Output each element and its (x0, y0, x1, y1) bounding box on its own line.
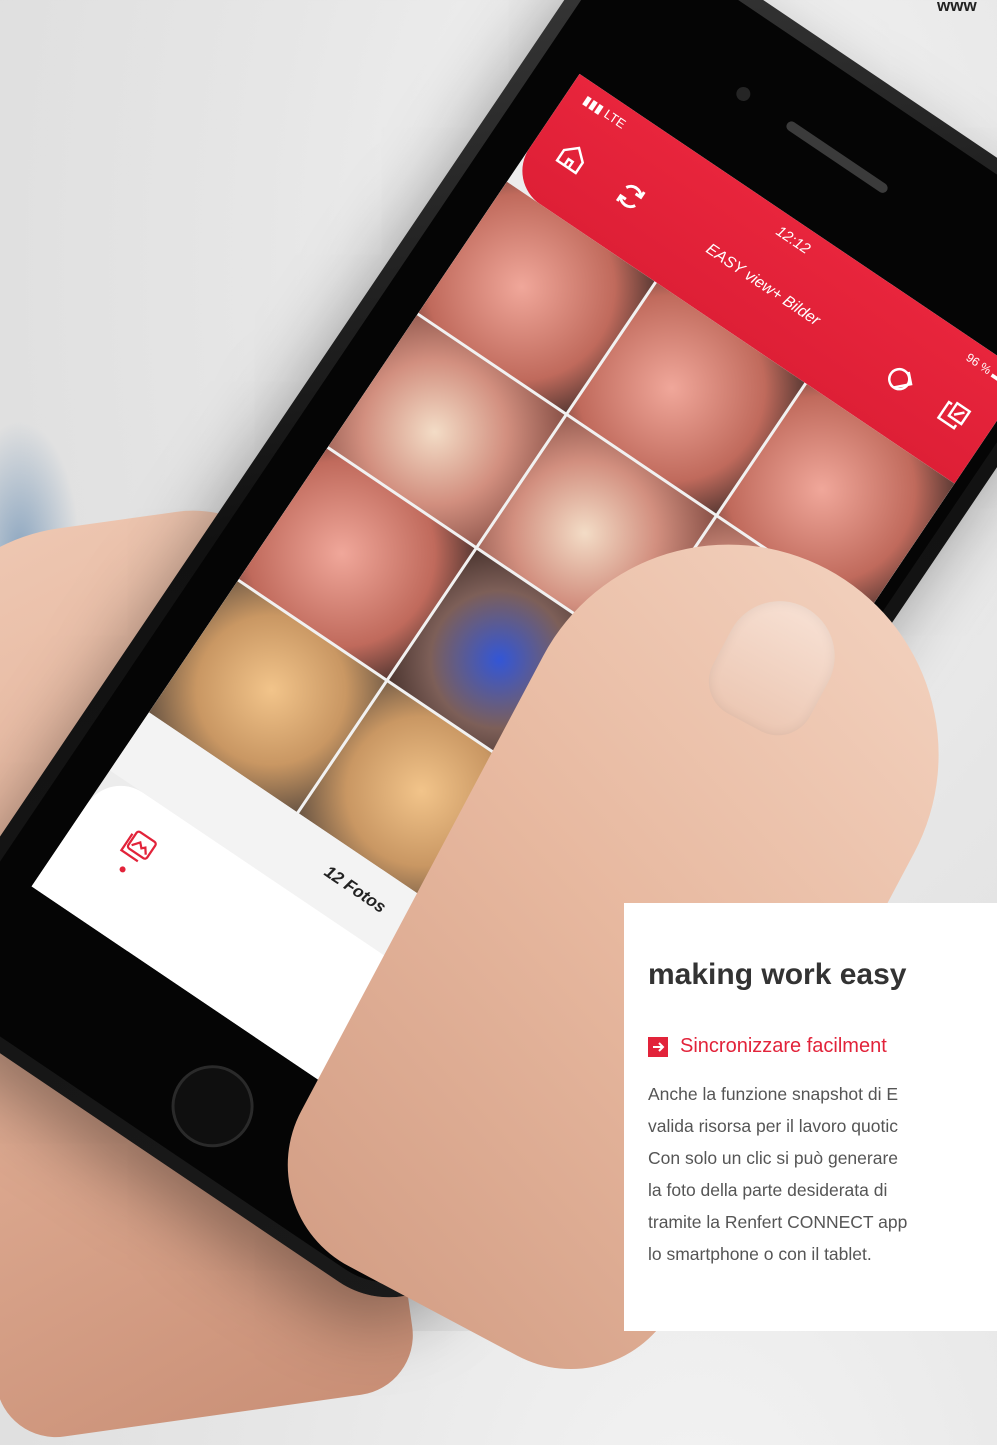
info-body-line: valida risorsa per il lavoro quotic (648, 1116, 898, 1136)
info-body-line: la foto della parte desiderata di (648, 1180, 888, 1200)
active-tab-indicator (118, 865, 127, 874)
earpiece-speaker (784, 119, 890, 195)
info-panel: making work easy Sincronizzare facilment… (624, 903, 997, 1331)
info-body-line: Anche la funzione snapshot di E (648, 1084, 899, 1104)
info-body-line: tramite la Renfert CONNECT app (648, 1212, 908, 1232)
arrow-right-icon (648, 1036, 668, 1057)
info-bullet-text: Sincronizzare facilment (680, 1035, 887, 1057)
gallery-icon[interactable] (115, 823, 162, 870)
info-bullet: Sincronizzare facilment (648, 1035, 887, 1058)
info-body-line: lo smartphone o con il tablet. (648, 1244, 872, 1264)
info-body: Anche la funzione snapshot di E valida r… (648, 1078, 997, 1270)
corner-url: www (937, 0, 977, 15)
phone-home-button[interactable] (155, 1049, 270, 1164)
info-body-line: Con solo un clic si può generare (648, 1148, 899, 1168)
front-camera (733, 84, 754, 104)
info-heading: making work easy (648, 958, 907, 991)
